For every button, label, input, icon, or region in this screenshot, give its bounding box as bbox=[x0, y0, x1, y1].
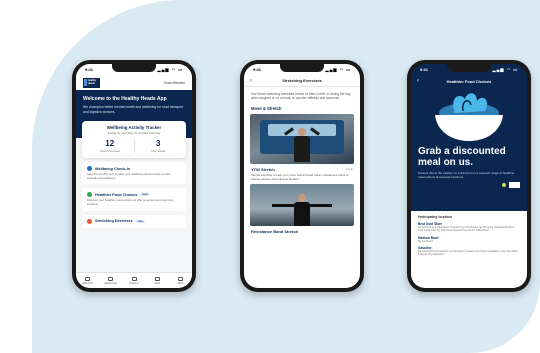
section-heading: Move & Stretch bbox=[251, 105, 282, 111]
salad-bowl-illustration bbox=[411, 87, 527, 147]
salad-bowl-icon bbox=[435, 93, 503, 141]
card-title: Healthier Food Choices bbox=[95, 192, 138, 197]
card-title: Wellbeing Check-in bbox=[95, 166, 130, 171]
stat-label: Day Streak bbox=[151, 149, 166, 154]
hero-title: Welcome to the Healthy Heads App bbox=[83, 96, 167, 102]
exercise-header: YTW Stretch 2 min bbox=[244, 164, 360, 173]
tab-more[interactable]: More bbox=[169, 273, 192, 288]
card-body: Take the monthly quiz to track your well… bbox=[87, 172, 171, 180]
card-body: Discover your healthier meal options on … bbox=[87, 198, 174, 207]
tracker-subtitle: Activity for your Ring for counted each … bbox=[107, 131, 161, 136]
list-item[interactable]: Best Gold Store 4g Something bg Sandwich… bbox=[418, 222, 520, 233]
status-time: 9:41 bbox=[253, 67, 262, 72]
canvas: 9:41 ▂▄▆ ◠ ▭ Healthy Heads Grow Member W… bbox=[0, 0, 540, 353]
exercise-photo-resistance[interactable] bbox=[250, 184, 354, 227]
person-figure bbox=[298, 127, 306, 136]
tracker-title: Wellbeing Activity Tracker bbox=[106, 125, 162, 131]
promo-title: Grab a discounted meal on us. bbox=[418, 146, 506, 168]
tab-support[interactable]: Support bbox=[122, 273, 145, 288]
promo-branding bbox=[411, 181, 527, 192]
tab-welcome[interactable]: Welcome bbox=[76, 273, 99, 288]
healthy-heads-logo bbox=[509, 182, 520, 189]
phone-notch bbox=[112, 64, 156, 72]
signal-icon: ▂▄▆ ◠ ▭ bbox=[325, 67, 351, 72]
home-icon bbox=[85, 276, 91, 281]
logo-text: Healthy Heads bbox=[87, 78, 97, 85]
activity-tracker-card[interactable]: Wellbeing Activity Tracker Activity for … bbox=[82, 121, 186, 159]
promo-body: Present this to the cashier for a discou… bbox=[418, 171, 515, 180]
stat-value: 3 bbox=[156, 139, 161, 149]
location-desc: Bg Sandwich bg Sandwich bg Sandwich Toas… bbox=[418, 250, 518, 257]
screen-title: Healthier Food Choices bbox=[446, 78, 492, 84]
healthy-heads-logo: Healthy Heads bbox=[83, 77, 100, 88]
tracker-stat-completed: 12 Total Completed bbox=[86, 139, 134, 153]
stretching-screen: 9:41 ▂▄▆ ◠ ▭ ‹ Stretching Exercises Use … bbox=[244, 64, 360, 288]
nav-bar: ‹ Stretching Exercises bbox=[244, 75, 360, 87]
food-screen: 9:41 ▂▄▆ ◠ ▭ ‹ Healthier Food Choices Gr… bbox=[411, 64, 527, 288]
app-header: Healthy Heads Grow Member bbox=[76, 75, 192, 90]
tracker-stat-streak: 3 Day Streak bbox=[133, 139, 183, 154]
chat-icon bbox=[154, 276, 160, 281]
stretch-icon bbox=[87, 218, 92, 224]
stat-label: Total Completed bbox=[99, 149, 120, 154]
nav-bar: ‹ Healthier Food Choices bbox=[411, 75, 527, 87]
phone-notch bbox=[280, 64, 324, 72]
intro-text: Use these stretching exercises before or… bbox=[251, 92, 351, 101]
phone-stretching: 9:41 ▂▄▆ ◠ ▭ ‹ Stretching Exercises Use … bbox=[240, 60, 364, 292]
location-desc: 4g Something bg Sandwich Toasted Cup Sun… bbox=[418, 226, 515, 233]
new-badge: New bbox=[135, 219, 145, 223]
new-badge: New bbox=[140, 193, 150, 197]
list-header: Participating locations bbox=[418, 215, 453, 219]
person-figure bbox=[298, 194, 306, 203]
signal-icon: ▂▄▆ ◠ ▭ bbox=[157, 67, 183, 72]
food-icon bbox=[87, 192, 92, 198]
exercise-title[interactable]: YTW Stretch bbox=[251, 167, 275, 172]
phone-home: 9:41 ▂▄▆ ◠ ▭ Healthy Heads Grow Member W… bbox=[72, 60, 196, 292]
back-chevron-icon[interactable]: ‹ bbox=[250, 78, 262, 84]
list-item[interactable]: Medium Bowl Bg Sandwich bbox=[418, 236, 520, 243]
card-title: Stretching Exercises bbox=[95, 219, 133, 224]
status-time: 9:41 bbox=[420, 67, 429, 72]
accent-dot-icon bbox=[502, 183, 506, 188]
more-icon bbox=[177, 276, 183, 281]
tab-resources[interactable]: Resources bbox=[99, 273, 122, 288]
screen-title: Stretching Exercises bbox=[282, 78, 322, 83]
exercise-title[interactable]: Resistance Band Stretch bbox=[244, 226, 360, 237]
logo-mark-icon bbox=[84, 79, 87, 86]
tracker-stats: 12 Total Completed 3 Day Streak bbox=[86, 139, 183, 154]
member-link[interactable]: Grow Member bbox=[164, 81, 185, 85]
check-in-icon bbox=[87, 166, 92, 172]
phone-notch bbox=[447, 64, 491, 72]
locations-list: Participating locations Best Gold Store … bbox=[411, 211, 527, 288]
resources-icon bbox=[108, 276, 114, 281]
support-icon bbox=[131, 276, 137, 281]
card-stretching[interactable]: Stretching Exercises New bbox=[82, 214, 186, 228]
location-desc: Bg Sandwich bbox=[418, 239, 434, 243]
card-wellbeing-check-in[interactable]: Wellbeing Check-in Take the monthly quiz… bbox=[82, 162, 186, 185]
list-item[interactable]: Gasoline Bg Sandwich bg Sandwich bg Sand… bbox=[418, 246, 520, 257]
signal-icon: ▂▄▆ ◠ ▭ bbox=[492, 67, 518, 72]
stat-value: 12 bbox=[105, 139, 115, 149]
bottom-tab-bar: Welcome Resources Support Chat More bbox=[76, 272, 192, 288]
tab-chat[interactable]: Chat bbox=[146, 273, 169, 288]
exercise-photo-ytw[interactable] bbox=[250, 113, 354, 164]
home-screen: 9:41 ▂▄▆ ◠ ▭ Healthy Heads Grow Member W… bbox=[76, 64, 192, 288]
status-time: 9:41 bbox=[85, 67, 94, 72]
phone-food: 9:41 ▂▄▆ ◠ ▭ ‹ Healthier Food Choices Gr… bbox=[407, 60, 531, 292]
exercise-description: Simple exercise to help you move real an… bbox=[251, 172, 349, 182]
hero-body: We champion better mental health and wel… bbox=[83, 105, 184, 114]
back-chevron-icon[interactable]: ‹ bbox=[417, 78, 429, 84]
card-healthier-food[interactable]: Healthier Food Choices New Discover your… bbox=[82, 188, 186, 211]
exercise-duration: 2 min bbox=[346, 167, 353, 172]
